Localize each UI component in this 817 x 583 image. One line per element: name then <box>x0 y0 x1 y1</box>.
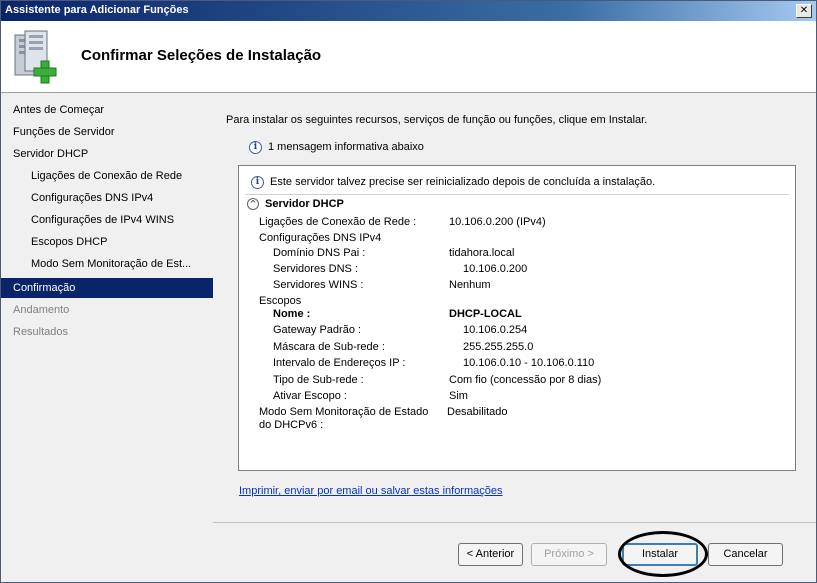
add-roles-wizard-window: Assistente para Adicionar Funções ✕ Conf… <box>0 0 817 583</box>
sidebar-item-network-bindings[interactable]: Ligações de Conexão de Rede <box>1 166 213 186</box>
sidebar-item-ipv4-dns-settings[interactable]: Configurações DNS IPv4 <box>1 188 213 208</box>
sidebar-item-ipv4-wins-settings[interactable]: Configurações de IPv4 WINS <box>1 210 213 230</box>
sidebar-item-confirmation[interactable]: Confirmação <box>1 278 213 298</box>
detail-label: Ligações de Conexão de Rede : <box>259 216 417 228</box>
sidebar-item-progress: Andamento <box>13 304 70 316</box>
title-bar[interactable]: Assistente para Adicionar Funções ✕ <box>1 1 816 21</box>
server-add-icon <box>14 30 57 84</box>
cancel-button[interactable]: Cancelar <box>708 543 783 566</box>
detail-label: Escopos <box>259 295 302 307</box>
info-icon: i <box>249 140 262 154</box>
detail-value: tidahora.local <box>449 247 515 259</box>
detail-value: Nenhum <box>449 279 491 291</box>
detail-label: Domínio DNS Pai : <box>273 247 366 259</box>
intro-text: Para instalar os seguintes recursos, ser… <box>226 114 648 126</box>
dhcp-section-header[interactable]: ^ Servidor DHCP <box>247 196 344 212</box>
detail-label: Máscara de Sub-rede : <box>273 341 385 353</box>
collapse-chevron-icon[interactable]: ^ <box>247 198 259 211</box>
detail-label: Gateway Padrão : <box>273 324 362 336</box>
info-message-line: i 1 mensagem informativa abaixo <box>249 139 424 155</box>
detail-value: 255.255.255.0 <box>463 341 534 353</box>
detail-label: Nome : <box>273 308 311 320</box>
warning-line: i Este servidor talvez precise ser reinic… <box>251 174 655 190</box>
detail-label: Servidores WINS : <box>273 279 364 291</box>
window-title: Assistente para Adicionar Funções <box>5 4 189 16</box>
wizard-footer: < Anterior Próximo > Instalar Cancelar <box>213 522 816 582</box>
detail-value: 10.106.0.200 <box>463 263 528 275</box>
print-email-save-link[interactable]: Imprimir, enviar por email ou salvar est… <box>239 485 502 497</box>
page-title: Confirmar Seleções de Instalação <box>81 47 322 64</box>
detail-value: 10.106.0.254 <box>463 324 528 336</box>
info-message: 1 mensagem informativa abaixo <box>268 141 424 153</box>
detail-value: Com fio (concessão por 8 dias) <box>449 374 602 386</box>
install-button[interactable]: Instalar <box>622 543 698 566</box>
detail-value: Desabilitado <box>447 406 508 418</box>
sidebar-item-before-you-begin[interactable]: Antes de Começar <box>1 100 213 120</box>
detail-label: Tipo de Sub-rede : <box>273 374 364 386</box>
next-button[interactable]: Próximo > <box>531 543 607 566</box>
detail-label: Configurações DNS IPv4 <box>259 232 382 244</box>
main-content: Para instalar os seguintes recursos, ser… <box>213 94 816 522</box>
wizard-steps-sidebar: Antes de Começar Funções de Servidor Ser… <box>1 94 213 582</box>
detail-value: DHCP-LOCAL <box>449 308 522 320</box>
wizard-header: Confirmar Seleções de Instalação <box>1 21 816 93</box>
close-button[interactable]: ✕ <box>796 4 812 18</box>
detail-label: Ativar Escopo : <box>273 390 347 402</box>
detail-label: Modo Sem Monitoração de Estado <box>259 406 429 418</box>
detail-value: 10.106.0.200 (IPv4) <box>449 216 546 228</box>
sidebar-item-dhcp-server[interactable]: Servidor DHCP <box>1 144 213 164</box>
detail-label: Servidores DNS : <box>273 263 358 275</box>
divider <box>245 194 789 195</box>
detail-label: do DHCPv6 : <box>259 419 324 431</box>
info-icon: i <box>251 175 264 189</box>
detail-value: 10.106.0.10 - 10.106.0.110 <box>463 357 595 369</box>
detail-value: Sim <box>449 390 468 402</box>
section-title: Servidor DHCP <box>265 198 344 210</box>
sidebar-item-stateless-mode[interactable]: Modo Sem Monitoração de Est... <box>1 254 213 274</box>
detail-label: Intervalo de Endereços IP : <box>273 357 406 369</box>
back-button[interactable]: < Anterior <box>458 543 523 566</box>
restart-warning: Este servidor talvez precise ser reinici… <box>270 176 656 188</box>
sidebar-item-dhcp-scopes[interactable]: Escopos DHCP <box>1 232 213 252</box>
sidebar-item-results: Resultados <box>13 326 69 338</box>
sidebar-item-server-roles[interactable]: Funções de Servidor <box>1 122 213 142</box>
confirmation-details-panel[interactable]: i Este servidor talvez precise ser reinic… <box>238 165 796 471</box>
